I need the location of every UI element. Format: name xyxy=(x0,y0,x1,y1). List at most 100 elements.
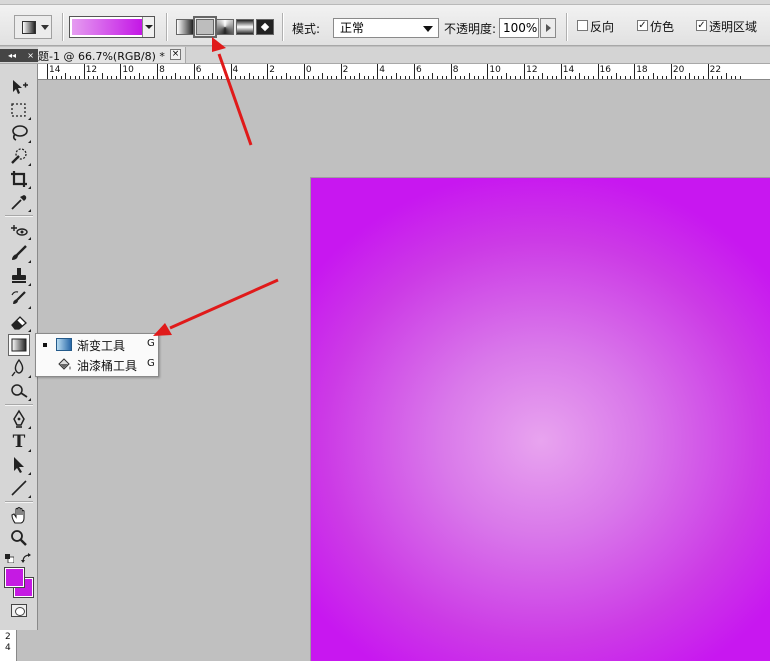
opacity-input[interactable]: 100% xyxy=(499,18,539,38)
mode-select[interactable]: 正常 xyxy=(333,18,439,38)
close-icon[interactable]: × xyxy=(170,49,181,60)
reflected-gradient-button[interactable] xyxy=(236,19,254,35)
ruler-label: 4 xyxy=(232,65,239,75)
reverse-checkbox[interactable] xyxy=(577,20,588,31)
swap-colors-icon[interactable] xyxy=(21,553,32,564)
ruler-tick xyxy=(547,76,549,79)
move-tool[interactable] xyxy=(9,77,29,97)
angle-gradient-button[interactable] xyxy=(216,19,234,35)
ruler-tick xyxy=(707,64,709,79)
ruler-tick xyxy=(313,76,315,79)
zoom-tool[interactable] xyxy=(9,528,29,548)
options-bar: 模式: 正常 不透明度: 100% 反向 ✓ 仿色 ✓ 透明区域 xyxy=(0,5,770,46)
foreground-color-swatch[interactable] xyxy=(4,567,25,588)
history-brush-tool[interactable] xyxy=(9,289,31,309)
submenu-indicator xyxy=(28,398,31,401)
flyout-item-gradient-tool[interactable]: 渐变工具 G xyxy=(37,335,158,355)
ruler-tick xyxy=(212,73,214,79)
ruler-tick xyxy=(602,76,604,79)
healing-brush-tool[interactable] xyxy=(9,220,31,240)
crop-tool[interactable] xyxy=(9,169,31,189)
ruler-tick xyxy=(381,76,383,79)
gradient-dropdown-button[interactable] xyxy=(142,17,154,37)
hand-tool[interactable] xyxy=(9,505,29,525)
ruler-tick xyxy=(565,76,567,79)
canvas[interactable] xyxy=(310,177,770,661)
divider xyxy=(5,215,33,216)
eyedropper-tool[interactable] xyxy=(9,192,31,212)
ruler-tick xyxy=(592,76,594,79)
marquee-tool[interactable] xyxy=(9,100,31,120)
type-tool[interactable]: T xyxy=(9,432,31,452)
gradient-tool-icon xyxy=(56,338,72,351)
ruler-tick xyxy=(404,76,406,79)
eraser-tool[interactable] xyxy=(9,312,31,332)
ruler-tick xyxy=(340,64,342,79)
document-tab[interactable]: 题-1 @ 66.7%(RGB/8) * × xyxy=(38,47,186,63)
reverse-label: 反向 xyxy=(590,20,615,34)
toolbox-collapse-button[interactable]: ◂◂ × xyxy=(0,49,38,62)
clone-stamp-tool[interactable] xyxy=(9,266,31,286)
ruler-tick xyxy=(501,76,503,79)
default-colors-icon[interactable] xyxy=(5,554,14,563)
gradient-picker[interactable] xyxy=(69,16,155,38)
brush-tool[interactable] xyxy=(9,243,31,263)
quick-selection-tool[interactable] xyxy=(9,146,31,166)
line-tool[interactable] xyxy=(9,478,31,498)
ruler-tick xyxy=(147,76,149,79)
ruler-tick xyxy=(230,64,232,79)
ruler-tick xyxy=(455,76,457,79)
radial-gradient-button[interactable] xyxy=(193,16,217,38)
vertical-ruler[interactable]: 2 4 xyxy=(0,630,17,661)
document-tab-bar: ◂◂ × 题-1 @ 66.7%(RGB/8) * × xyxy=(0,47,770,64)
tool-preset-picker[interactable] xyxy=(14,15,52,39)
vertical-ruler-label: 4 xyxy=(5,643,11,653)
ruler-tick xyxy=(400,76,402,79)
lasso-tool-icon xyxy=(12,125,28,141)
ruler-tick xyxy=(120,64,122,79)
ruler-tick xyxy=(56,76,58,79)
ruler-tick xyxy=(409,76,411,79)
diamond-gradient-button[interactable] xyxy=(256,19,274,35)
ruler-tick xyxy=(436,76,438,79)
horizontal-ruler[interactable]: 14 12 10 8 6 4 2 0 2 4 6 8 10 12 14 16 18 20 22 xyxy=(38,64,770,80)
ruler-tick xyxy=(542,73,544,79)
pen-tool[interactable] xyxy=(9,409,31,429)
ruler-tick xyxy=(427,76,429,79)
blur-tool[interactable] xyxy=(9,358,31,378)
path-selection-tool[interactable] xyxy=(9,455,31,475)
ruler-tick xyxy=(377,64,379,79)
ruler-tick xyxy=(180,76,182,79)
submenu-indicator xyxy=(28,237,31,240)
lasso-tool[interactable] xyxy=(9,123,31,143)
ruler-label: 4 xyxy=(379,65,386,75)
ruler-tick xyxy=(643,76,645,79)
transparency-checkbox[interactable]: ✓ xyxy=(696,20,707,31)
document-title: 题-1 @ 66.7%(RGB/8) * xyxy=(38,50,165,63)
gradient-preview[interactable] xyxy=(72,19,142,35)
dither-checkbox[interactable]: ✓ xyxy=(637,20,648,31)
ruler-tick xyxy=(505,73,507,79)
ruler-tick xyxy=(65,73,67,79)
opacity-slider-button[interactable] xyxy=(540,18,556,38)
close-icon[interactable]: × xyxy=(27,49,34,62)
history-brush-tool-icon xyxy=(11,291,26,304)
ruler-tick xyxy=(258,76,260,79)
ruler-tick xyxy=(83,64,85,79)
ruler-tick xyxy=(386,76,388,79)
flyout-item-paint-bucket-tool[interactable]: 油漆桶工具 G xyxy=(37,355,158,375)
ruler-tick xyxy=(684,76,686,79)
ruler-tick xyxy=(675,76,677,79)
quick-mask-button[interactable] xyxy=(11,604,27,617)
ruler-label: 12 xyxy=(85,65,98,75)
ruler-tick xyxy=(473,76,475,79)
ruler-tick xyxy=(285,73,287,79)
dodge-tool[interactable] xyxy=(9,381,31,401)
linear-gradient-button[interactable] xyxy=(176,19,194,35)
ruler-tick xyxy=(721,76,723,79)
ruler-tick xyxy=(620,76,622,79)
gradient-tool[interactable] xyxy=(8,334,30,356)
ruler-tick xyxy=(299,76,301,79)
hand-tool-icon xyxy=(11,506,25,524)
vertical-ruler-label: 2 xyxy=(5,632,11,642)
